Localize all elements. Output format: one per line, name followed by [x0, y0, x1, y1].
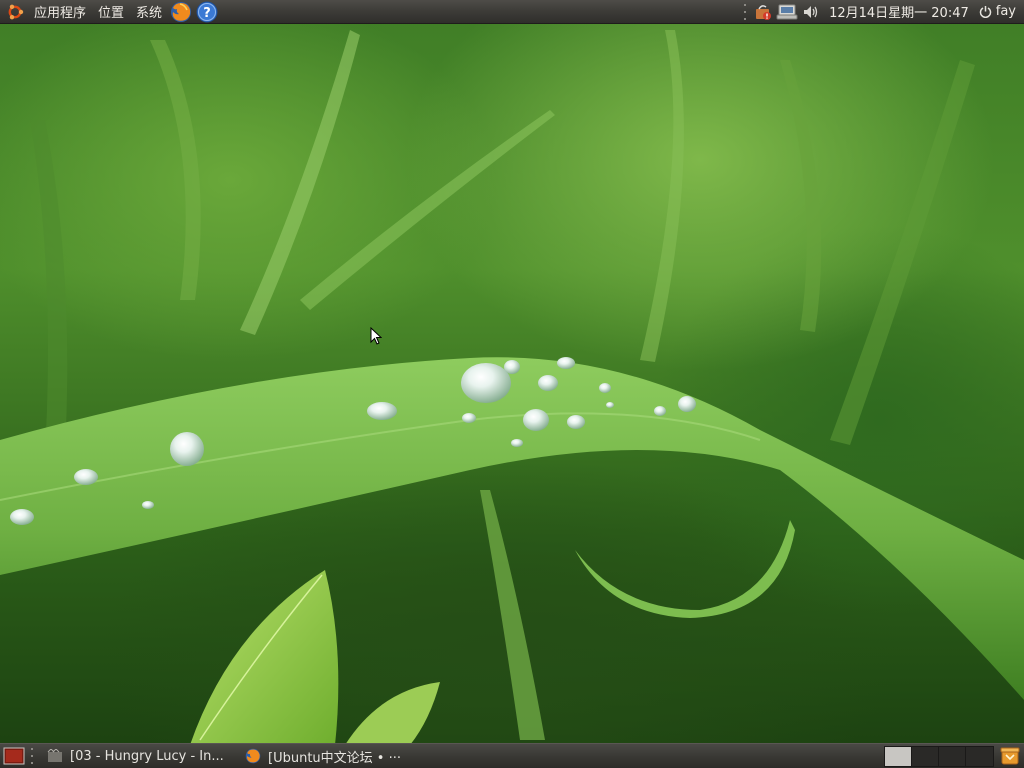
- workspace-switcher: [884, 745, 994, 767]
- firefox-icon: [171, 1, 192, 22]
- places-menu[interactable]: 位置: [92, 0, 130, 23]
- ubuntu-logo-icon[interactable]: [4, 1, 26, 23]
- task-title: [Ubuntu中文论坛 • ···: [268, 750, 401, 766]
- trash-button[interactable]: [998, 745, 1022, 767]
- help-icon: ?: [196, 1, 218, 22]
- user-menu[interactable]: fay: [975, 4, 1018, 19]
- desktop-wallpaper: [0, 0, 1024, 768]
- workspace-3[interactable]: [939, 746, 966, 766]
- task-media-player[interactable]: [03 - Hungry Lucy - In...: [40, 746, 236, 767]
- show-desktop-icon: [3, 747, 25, 765]
- media-player-icon: [46, 748, 64, 764]
- network-icon[interactable]: [776, 1, 798, 23]
- workspace-2[interactable]: [912, 746, 939, 766]
- panel-drag-handle[interactable]: [742, 3, 748, 20]
- top-panel-right: 12月14日星期一 20:47 fay: [739, 0, 1024, 23]
- mouse-cursor-icon: [370, 327, 382, 345]
- power-icon: [979, 6, 991, 18]
- volume-icon[interactable]: [800, 1, 822, 23]
- task-firefox[interactable]: [Ubuntu中文论坛 • ···: [238, 746, 434, 767]
- help-launcher[interactable]: ?: [195, 1, 219, 23]
- update-notifier-icon[interactable]: [752, 1, 774, 23]
- applications-menu[interactable]: 应用程序: [28, 0, 92, 23]
- firefox-launcher[interactable]: [169, 1, 193, 23]
- bottom-panel: [03 - Hungry Lucy - In... [Ubuntu中文论坛 • …: [0, 743, 1024, 768]
- user-name: fay: [995, 4, 1016, 19]
- show-desktop-button[interactable]: [2, 745, 26, 767]
- svg-text:?: ?: [203, 6, 211, 21]
- firefox-icon: [244, 748, 262, 764]
- task-title: [03 - Hungry Lucy - In...: [70, 748, 224, 764]
- clock[interactable]: 12月14日星期一 20:47: [823, 2, 975, 21]
- workspace-4[interactable]: [966, 746, 993, 766]
- taskbar-drag-handle[interactable]: [29, 748, 35, 764]
- system-menu[interactable]: 系统: [130, 0, 168, 23]
- grass-wallpaper-image: [0, 30, 1024, 745]
- top-panel: 应用程序 位置 系统 ? 12月14日星期一 20:47 fay: [0, 0, 1024, 24]
- trash-icon: [1000, 747, 1020, 765]
- workspace-1[interactable]: [885, 746, 912, 766]
- top-panel-left: 应用程序 位置 系统 ?: [0, 0, 220, 23]
